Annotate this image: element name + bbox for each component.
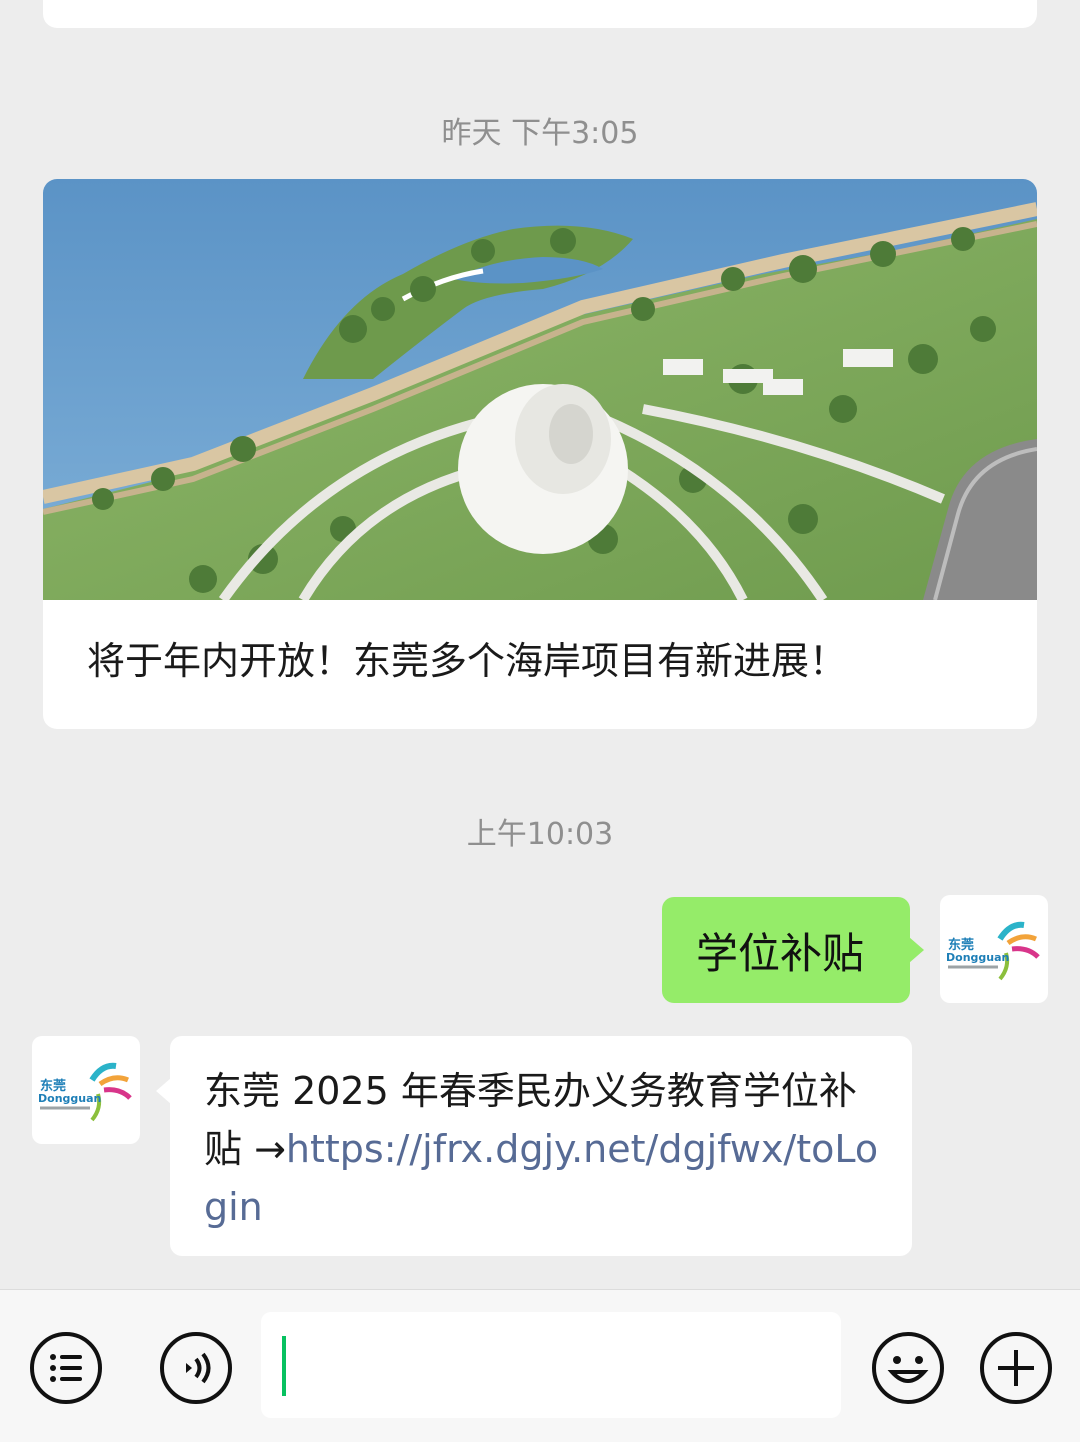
timestamp: 昨天 下午3:05 (441, 116, 639, 151)
incoming-message-text: 东莞 2025 年春季民办义务教育学位补贴 →https://jfrx.dgjy… (204, 1062, 880, 1236)
incoming-message-bubble[interactable]: 东莞 2025 年春季民办义务教育学位补贴 →https://jfrx.dgjy… (156, 1036, 912, 1256)
my-avatar[interactable]: 东莞 Dongguan (940, 895, 1048, 1003)
message-link[interactable]: https://jfrx.dgjy.net/dgjfwx/toLogin (204, 1127, 878, 1229)
chat-input-toolbar (0, 1289, 1080, 1442)
emoji-icon[interactable] (870, 1330, 946, 1406)
article-title[interactable]: 将于年内开放！东莞多个海岸项目有新进展！ (87, 636, 1007, 686)
contact-avatar[interactable]: 东莞 Dongguan (32, 1036, 140, 1144)
voice-icon[interactable] (158, 1330, 234, 1406)
svg-text:Dongguan: Dongguan (38, 1092, 101, 1105)
outgoing-message-bubble[interactable]: 学位补贴 (662, 897, 924, 1003)
menu-icon[interactable] (28, 1330, 104, 1406)
article-cover-image (43, 179, 1037, 600)
outgoing-message-text: 学位补贴 (696, 928, 865, 978)
svg-text:Dongguan: Dongguan (946, 951, 1009, 964)
dongguan-logo-icon: 东莞 Dongguan (38, 1062, 132, 1122)
timestamp: 上午10:03 (466, 817, 614, 852)
text-cursor (282, 1336, 286, 1396)
plus-icon[interactable] (978, 1330, 1054, 1406)
previous-message-card[interactable] (43, 0, 1037, 28)
dongguan-logo-icon: 东莞 Dongguan (946, 921, 1040, 981)
message-input[interactable] (261, 1312, 841, 1418)
